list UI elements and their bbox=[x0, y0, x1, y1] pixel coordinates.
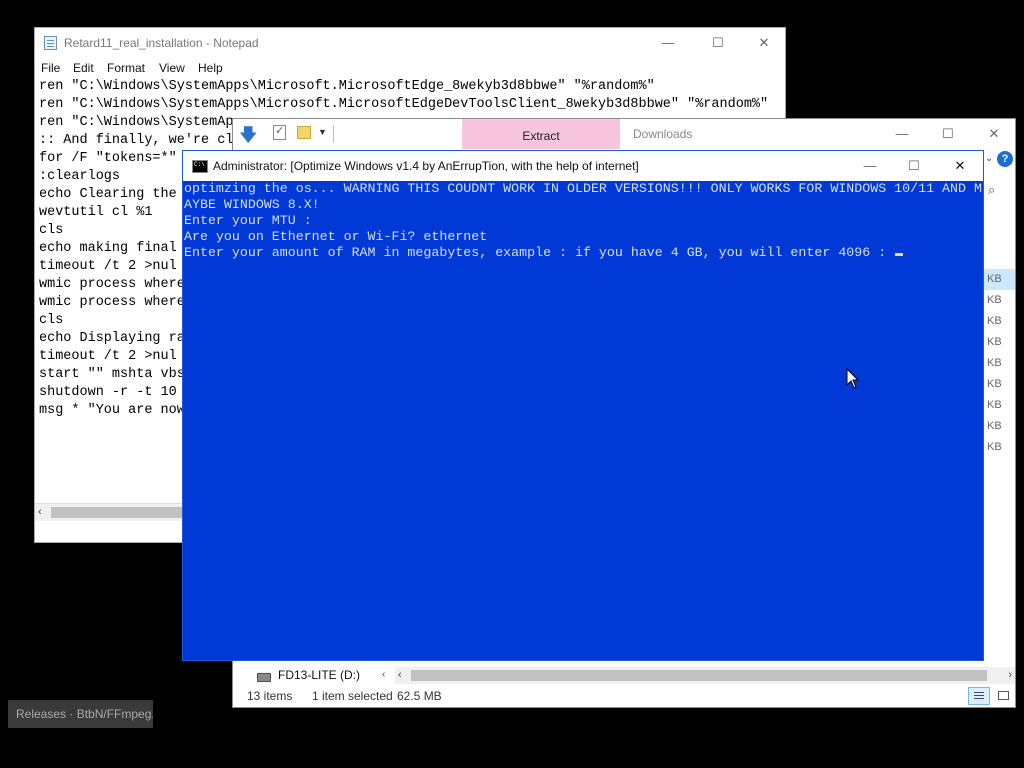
search-icon[interactable]: ⌕ bbox=[988, 182, 995, 198]
scroll-left-arrow-icon[interactable]: ‹ bbox=[38, 504, 42, 521]
console-line-text: Are you on Ethernet or Wi-Fi? ethernet bbox=[184, 229, 488, 244]
console-line: optimzing the os... WARNING THIS COUDNT … bbox=[184, 181, 982, 197]
explorer-title-downloads: Downloads bbox=[633, 127, 693, 141]
console-line-text: AYBE WINDOWS 8.X! bbox=[184, 197, 320, 212]
details-view-icon[interactable] bbox=[968, 687, 990, 705]
file-size-cell[interactable]: KB bbox=[981, 269, 1015, 290]
notepad-icon bbox=[44, 36, 57, 50]
customize-quick-access-icon[interactable]: ▼ bbox=[318, 127, 327, 137]
explorer-maximize-button[interactable]: ☐ bbox=[925, 119, 971, 149]
ribbon-expand-chevron-icon[interactable]: ⌄ bbox=[985, 153, 993, 164]
explorer-minimize-button[interactable]: — bbox=[879, 119, 925, 149]
nav-drive-item[interactable]: FD13-LITE (D:) bbox=[278, 668, 360, 682]
taskbar-tooltip: Releases · BtbN/FFmpeg... bbox=[8, 700, 153, 728]
cmd-title-bar[interactable]: Administrator: [Optimize Windows v1.4 by… bbox=[183, 151, 983, 181]
console-line: Enter your amount of RAM in megabytes, e… bbox=[184, 245, 982, 261]
file-size-cell[interactable]: KB bbox=[987, 437, 1015, 458]
file-size-cell[interactable]: KB bbox=[987, 416, 1015, 437]
menu-edit[interactable]: Edit bbox=[73, 61, 94, 75]
cmd-icon bbox=[192, 160, 208, 173]
file-size-cell[interactable]: KB bbox=[987, 290, 1015, 311]
text-cursor bbox=[895, 253, 904, 256]
notepad-scroll-thumb[interactable] bbox=[51, 507, 191, 518]
file-size-cell[interactable]: KB bbox=[987, 353, 1015, 374]
notepad-minimize-button[interactable]: — bbox=[645, 28, 691, 58]
explorer-close-button[interactable]: ✕ bbox=[971, 119, 1015, 149]
explorer-status-bar: 13 items 1 item selected 62.5 MB bbox=[233, 685, 1015, 707]
scroll-right-arrow-icon[interactable]: › bbox=[1008, 667, 1012, 684]
notepad-close-button[interactable]: ✕ bbox=[741, 28, 785, 58]
console-line-text: Enter your amount of RAM in megabytes, e… bbox=[184, 245, 895, 260]
status-selected: 1 item selected bbox=[312, 689, 393, 703]
console-output[interactable]: optimzing the os... WARNING THIS COUDNT … bbox=[184, 181, 982, 660]
mouse-pointer-icon bbox=[846, 368, 860, 389]
chevron-right-icon[interactable]: ‹ bbox=[382, 669, 385, 680]
scroll-left-arrow-icon[interactable]: ‹ bbox=[398, 667, 402, 684]
console-line: Are you on Ethernet or Wi-Fi? ethernet bbox=[184, 229, 982, 245]
notepad-menu-bar: File Edit Format View Help bbox=[35, 58, 785, 78]
explorer-scroll-thumb[interactable] bbox=[411, 670, 987, 681]
status-size: 62.5 MB bbox=[397, 689, 442, 703]
menu-help[interactable]: Help bbox=[198, 61, 223, 75]
new-folder-icon[interactable] bbox=[297, 126, 311, 139]
drive-icon bbox=[257, 673, 271, 682]
properties-check-icon[interactable] bbox=[273, 124, 286, 140]
toolbar-divider bbox=[333, 125, 334, 143]
cmd-window[interactable]: Administrator: [Optimize Windows v1.4 by… bbox=[182, 150, 984, 661]
status-item-count: 13 items bbox=[247, 689, 293, 703]
console-line-text: optimzing the os... WARNING THIS COUDNT … bbox=[184, 181, 982, 196]
cmd-title: Administrator: [Optimize Windows v1.4 by… bbox=[213, 159, 639, 173]
help-icon[interactable]: ? bbox=[997, 151, 1013, 167]
console-line: Enter your MTU : bbox=[184, 213, 982, 229]
cmd-maximize-button[interactable]: ☐ bbox=[891, 151, 937, 181]
menu-format[interactable]: Format bbox=[107, 61, 145, 75]
file-size-cell[interactable]: KB bbox=[987, 332, 1015, 353]
console-line: AYBE WINDOWS 8.X! bbox=[184, 197, 982, 213]
file-size-cell[interactable]: KB bbox=[987, 374, 1015, 395]
ribbon-tab-extract[interactable]: Extract bbox=[462, 119, 620, 149]
large-icons-view-icon[interactable] bbox=[993, 687, 1015, 705]
notepad-line: ren "C:\Windows\SystemApps\Microsoft.Mic… bbox=[39, 97, 769, 112]
file-size-cell[interactable]: KB bbox=[987, 395, 1015, 416]
explorer-horizontal-scrollbar[interactable]: ‹ › bbox=[395, 667, 1015, 684]
notepad-maximize-button[interactable]: ☐ bbox=[695, 28, 741, 58]
cmd-close-button[interactable]: ✕ bbox=[937, 151, 983, 181]
cmd-minimize-button[interactable]: — bbox=[847, 151, 893, 181]
console-line-text: Enter your MTU : bbox=[184, 213, 312, 228]
download-arrow-icon[interactable]: 🡇 bbox=[239, 123, 258, 153]
notepad-title-bar[interactable]: Retard11_real_installation - Notepad — ☐… bbox=[35, 28, 785, 58]
explorer-title-bar[interactable]: 🡇 ▼ Extract Downloads — ☐ ✕ bbox=[233, 119, 1015, 149]
menu-view[interactable]: View bbox=[159, 61, 185, 75]
notepad-title: Retard11_real_installation - Notepad bbox=[64, 36, 259, 50]
file-size-cell[interactable]: KB bbox=[987, 311, 1015, 332]
notepad-line: ren "C:\Windows\SystemApps\Microsoft.Mic… bbox=[39, 79, 655, 94]
menu-file[interactable]: File bbox=[41, 61, 60, 75]
